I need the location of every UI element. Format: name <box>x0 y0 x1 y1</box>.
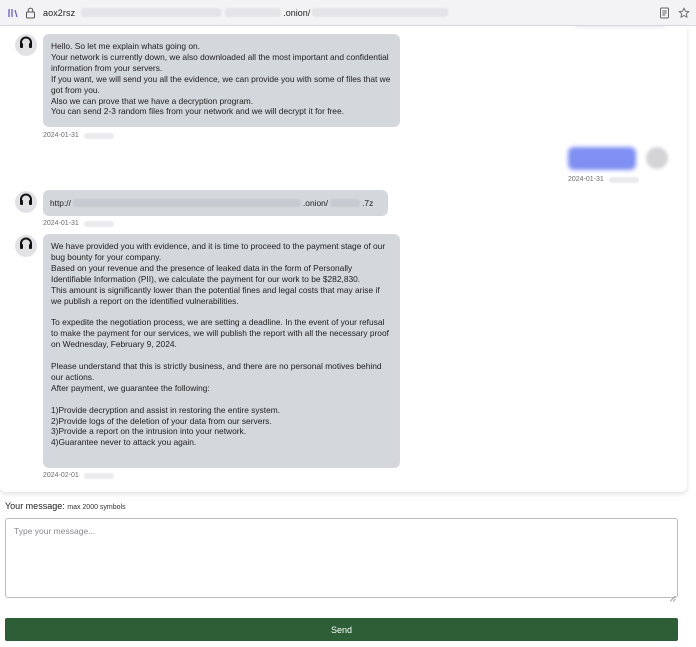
message-date: 2024-01-31 <box>43 220 79 227</box>
message-bubble-support: Hello. So let me explain whats going on.… <box>43 34 400 127</box>
redacted-timestamp <box>575 26 665 28</box>
support-avatar <box>15 34 37 56</box>
link-extension[interactable]: .7z <box>362 198 373 209</box>
redacted-link-part <box>72 199 301 207</box>
redacted-time <box>608 176 639 183</box>
redacted-url-part <box>225 8 282 17</box>
link-tld[interactable]: .onion/ <box>303 198 328 209</box>
redacted-time <box>83 220 114 227</box>
message-date: 2024-01-31 <box>568 176 604 183</box>
url-tld[interactable]: .onion/ <box>283 8 310 18</box>
message-bubble-support: We have provided you with evidence, and … <box>43 234 400 468</box>
tab-manager-icon[interactable] <box>6 6 20 20</box>
browser-address-bar: aox2rsz .onion/ <box>0 0 696 26</box>
message-text: Hello. So let me explain whats going on.… <box>51 41 391 117</box>
redacted-url-part <box>312 8 449 17</box>
link-prefix[interactable]: http:// <box>50 198 71 209</box>
headset-icon <box>18 192 34 213</box>
lock-icon[interactable] <box>23 6 37 20</box>
message-limit-hint: max 2000 symbols <box>67 504 126 511</box>
headset-icon <box>18 236 34 257</box>
bookmark-star-icon[interactable] <box>678 6 690 24</box>
message-timestamp: 2024-01-31 <box>43 132 114 139</box>
message-timestamp: 2024-02-01 <box>43 472 114 479</box>
message-bubble-support: http:// .onion/ .7z <box>43 190 388 216</box>
support-avatar <box>15 191 37 213</box>
resize-handle-icon[interactable] <box>669 589 676 602</box>
redacted-link-part <box>330 199 361 207</box>
redacted-time <box>83 472 114 479</box>
user-avatar <box>646 147 668 169</box>
redacted-url-part <box>81 8 222 17</box>
url-host[interactable]: aox2rsz <box>43 8 75 18</box>
message-label: Your message: max 2000 symbols <box>5 501 126 511</box>
message-input[interactable] <box>5 518 678 598</box>
message-date: 2024-01-31 <box>43 132 79 139</box>
headset-icon <box>18 35 34 56</box>
message-timestamp: 2024-01-31 <box>568 176 639 183</box>
redacted-time <box>83 132 114 139</box>
message-timestamp: 2024-01-31 <box>43 220 114 227</box>
support-avatar <box>15 235 37 257</box>
message-label-text: Your message: <box>5 501 65 511</box>
reader-view-icon[interactable] <box>659 6 670 24</box>
send-button[interactable]: Send <box>5 618 678 641</box>
message-text: We have provided you with evidence, and … <box>51 241 389 448</box>
message-date: 2024-02-01 <box>43 472 79 479</box>
chat-history[interactable]: Hello. So let me explain whats going on.… <box>0 26 687 492</box>
message-bubble-user-redacted <box>568 147 636 170</box>
